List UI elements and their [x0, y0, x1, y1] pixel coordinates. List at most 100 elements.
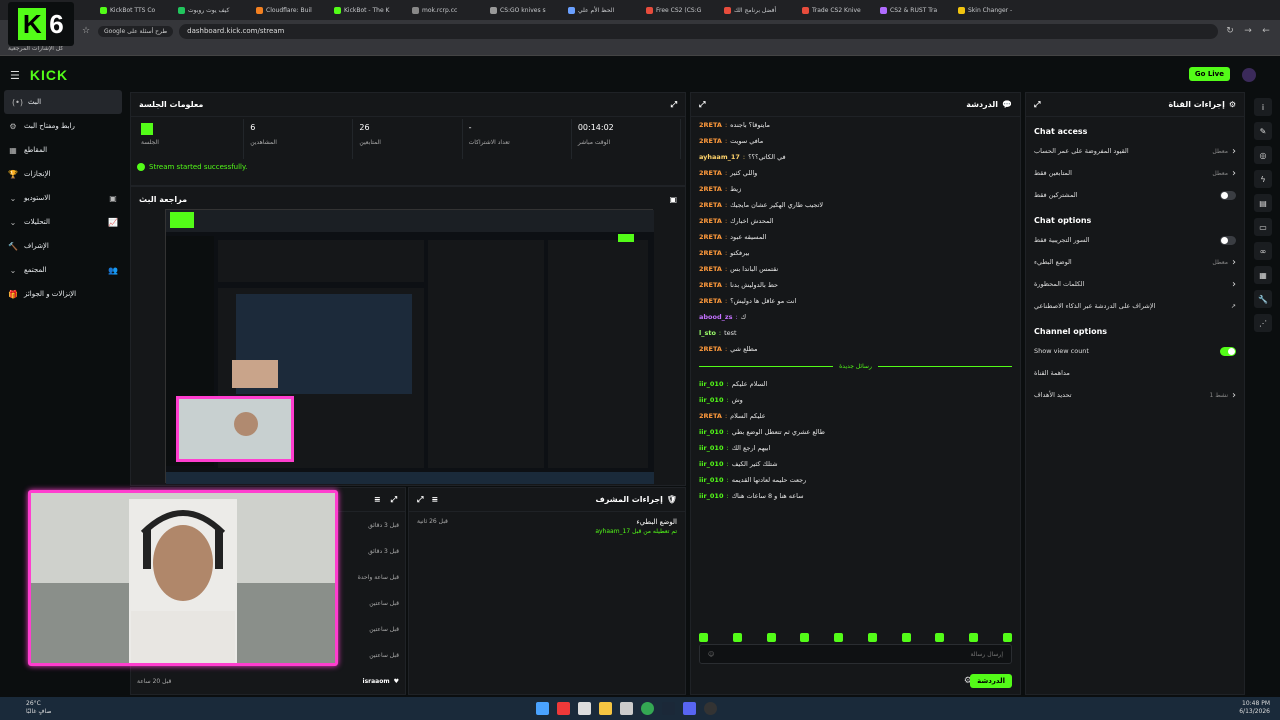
channel-option[interactable]: القيود المفروضة على عمر الحساب معطل ›: [1026, 140, 1244, 162]
chat-app-icon[interactable]: [578, 702, 591, 715]
channel-option[interactable]: الإشراف على الدردشة عبر الذكاء الاصطناعي…: [1026, 295, 1244, 317]
chat-username[interactable]: 2RETA: [699, 233, 722, 241]
folder-icon[interactable]: [599, 702, 612, 715]
chat-username[interactable]: iir_010: [699, 444, 723, 452]
channel-option[interactable]: الوضع البطيء معطل ›: [1026, 251, 1244, 273]
channel-option[interactable]: الكلمات المحظورة ›: [1026, 273, 1244, 295]
menu-icon[interactable]: ☰: [10, 69, 20, 82]
chat-username[interactable]: ayhaam_17: [699, 153, 740, 161]
chat-username[interactable]: 2RETA: [699, 201, 722, 209]
clock[interactable]: 10:48 PM 6/13/2026: [1239, 700, 1270, 716]
sidebar-item[interactable]: 🎁 الإنزالات و الجوائز: [0, 282, 126, 306]
chat-username[interactable]: 2RETA: [699, 265, 722, 273]
chat-username[interactable]: 2RETA: [699, 121, 722, 129]
popout-icon[interactable]: ⤢: [391, 495, 397, 505]
browser-tab[interactable]: KickBot TTS Co: [96, 2, 172, 18]
star-icon[interactable]: ☆: [80, 26, 92, 36]
layout-icon[interactable]: ▦: [1254, 266, 1272, 284]
channel-option[interactable]: Show view count: [1026, 340, 1244, 362]
browser-tab[interactable]: Cloudflare: Buil: [252, 2, 328, 18]
browser-tab[interactable]: أفضل برنامج الك: [720, 2, 796, 18]
toggle-switch[interactable]: [1220, 190, 1236, 200]
google-hint[interactable]: Google طرح أسئلة على: [98, 25, 174, 37]
obs-icon[interactable]: [704, 702, 717, 715]
emote-icon[interactable]: [732, 633, 742, 642]
target-icon[interactable]: ◎: [1254, 146, 1272, 164]
browser-tab[interactable]: Free CS2 (CS:G: [642, 2, 718, 18]
all-bookmarks-label[interactable]: كل الإشارات المرجعية: [8, 45, 63, 52]
chat-username[interactable]: 2RETA: [699, 281, 722, 289]
browser-tab[interactable]: Trade CS2 Knive: [798, 2, 874, 18]
popout-icon[interactable]: ⤢: [1034, 100, 1040, 110]
chat-username[interactable]: iir_010: [699, 476, 723, 484]
bolt-icon[interactable]: ϟ: [1254, 170, 1272, 188]
sidebar-item[interactable]: (•) البث: [4, 90, 122, 114]
browser-tab[interactable]: الحظ الأم علي: [564, 2, 640, 18]
chat-input[interactable]: ☺ إرسال رسالة: [699, 644, 1012, 664]
sidebar-item[interactable]: 🏆 الإنجازات: [0, 162, 126, 186]
chat-username[interactable]: l_sto: [699, 329, 716, 337]
chat-username[interactable]: 2RETA: [699, 249, 722, 257]
chat-username[interactable]: iir_010: [699, 380, 723, 388]
sidebar-item[interactable]: 🔨 الإشراف: [0, 234, 126, 258]
reload-icon[interactable]: ↻: [1224, 26, 1236, 36]
wrench-icon[interactable]: 🔧: [1254, 290, 1272, 308]
chrome-icon[interactable]: [641, 702, 654, 715]
browser-tab[interactable]: CS:GO knives s: [486, 2, 562, 18]
popout-icon[interactable]: ⤢: [699, 100, 705, 110]
chat-username[interactable]: iir_010: [699, 428, 723, 436]
popout-icon[interactable]: ⤢: [671, 100, 677, 110]
last-activity-user[interactable]: israaom: [363, 678, 390, 685]
windows-start-icon[interactable]: [536, 702, 549, 715]
channel-option[interactable]: تحديد الأهداف نشط 1 ›: [1026, 384, 1244, 406]
chat-username[interactable]: abood_zs: [699, 313, 733, 321]
channel-option[interactable]: المتابعين فقط معطل ›: [1026, 162, 1244, 184]
weather-widget[interactable]: 26°C صافٍ غالبًا: [26, 700, 51, 716]
emote-icon[interactable]: [969, 633, 979, 642]
go-live-button[interactable]: Go Live: [1188, 67, 1230, 81]
emote-icon[interactable]: [800, 633, 810, 642]
chat-username[interactable]: 2RETA: [699, 217, 722, 225]
browser-tab[interactable]: CS2 & RUST Tra: [876, 2, 952, 18]
chat-username[interactable]: 2RETA: [699, 169, 722, 177]
toggle-switch[interactable]: [1220, 235, 1236, 245]
chat-username[interactable]: 2RETA: [699, 345, 722, 353]
edit-icon[interactable]: ✎: [1254, 122, 1272, 140]
discord-icon[interactable]: [683, 702, 696, 715]
chat-icon[interactable]: ▭: [1254, 218, 1272, 236]
channel-option[interactable]: مداهمة القناة: [1026, 362, 1244, 384]
browser-tab[interactable]: mok.rcrp.cc: [408, 2, 484, 18]
document-app-icon[interactable]: [620, 702, 633, 715]
url-bar[interactable]: dashboard.kick.com/stream: [179, 23, 1218, 39]
chat-username[interactable]: iir_010: [699, 492, 723, 500]
chat-username[interactable]: 2RETA: [699, 185, 722, 193]
channel-option[interactable]: المشتركين فقط: [1026, 184, 1244, 206]
share-icon[interactable]: ⋰: [1254, 314, 1272, 332]
sidebar-item[interactable]: ▦ المقاطع: [0, 138, 126, 162]
document-icon[interactable]: ▤: [1254, 194, 1272, 212]
emote-icon[interactable]: [766, 633, 776, 642]
chat-username[interactable]: 2RETA: [699, 137, 722, 145]
kick-brand[interactable]: KICK: [30, 67, 68, 83]
link-icon[interactable]: ∞: [1254, 242, 1272, 260]
avatar[interactable]: [1242, 68, 1256, 82]
filter-icon[interactable]: ≡: [431, 495, 438, 505]
browser-tab[interactable]: Skin Changer -: [954, 2, 1030, 18]
browser-tab[interactable]: KickBot - The K: [330, 2, 406, 18]
emote-icon[interactable]: [1002, 633, 1012, 642]
chat-username[interactable]: 2RETA: [699, 412, 722, 420]
emote-icon[interactable]: [699, 633, 708, 642]
steam-icon[interactable]: [662, 702, 675, 715]
emote-icon[interactable]: [834, 633, 844, 642]
chat-username[interactable]: 2RETA: [699, 297, 722, 305]
chat-username[interactable]: iir_010: [699, 396, 723, 404]
popout-icon[interactable]: ⤢: [417, 495, 423, 505]
info-icon[interactable]: i: [1254, 98, 1272, 116]
sidebar-item[interactable]: ⌄ التحليلات 📈: [0, 210, 126, 234]
sidebar-item[interactable]: ⌄ الاستوديو ▣: [0, 186, 126, 210]
filter-icon[interactable]: ≡: [374, 495, 381, 504]
sidebar-item[interactable]: ⌄ المجتمع 👥: [0, 258, 126, 282]
toggle-switch[interactable]: [1220, 346, 1236, 356]
channel-option[interactable]: السور التجريبية فقط: [1026, 229, 1244, 251]
sidebar-item[interactable]: ⚙ رابط ومفتاح البث: [0, 114, 126, 138]
